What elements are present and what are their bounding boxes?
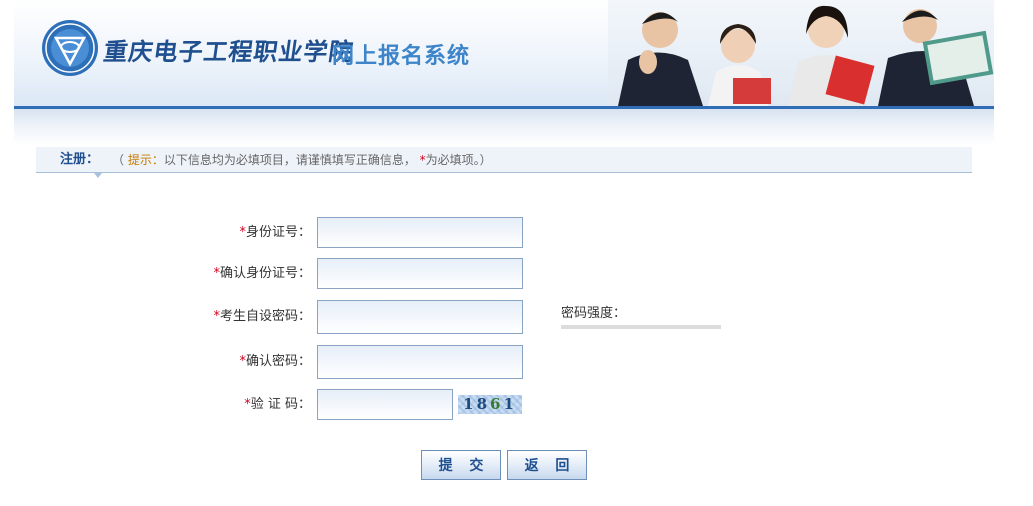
registration-notice: 注册： （ 提示：以下信息均为必填项目，请谨慎填写正确信息， *为必填项。） <box>36 147 972 178</box>
registration-page: 重庆电子工程职业学院 网上报名系统 注册： （ 提示：以下信息均为必填项目，请谨… <box>0 0 1033 506</box>
confirm-id-number-input[interactable] <box>317 258 523 289</box>
confirm-password-input[interactable] <box>317 345 523 379</box>
notice-title: 注册： <box>60 152 100 167</box>
school-name: 重庆电子工程职业学院 <box>101 37 356 66</box>
password-strength-bar <box>561 325 721 329</box>
notice-text: （ 提示：以下信息均为必填项目，请谨慎填写正确信息， *为必填项。） <box>112 147 492 173</box>
notice-star-text: 为必填项。） <box>425 153 492 167</box>
notice-open-paren: （ <box>112 153 128 167</box>
captcha-image[interactable]: 1861 <box>458 395 522 414</box>
password-label: *考生自设密码： <box>213 309 311 324</box>
captcha-input[interactable] <box>317 389 453 420</box>
id-number-label: *身份证号： <box>239 225 311 240</box>
banner-shadow <box>14 109 994 145</box>
id-number-row: *身份证号： <box>0 217 1033 251</box>
confirm-id-number-label: *确认身份证号： <box>213 266 311 281</box>
password-input[interactable] <box>317 300 523 334</box>
students-photo <box>608 0 994 106</box>
notice-hint-label: 提示： <box>127 153 164 167</box>
school-logo-icon <box>42 20 98 76</box>
notice-arrow-icon <box>94 173 102 178</box>
confirm-id-number-row: *确认身份证号： <box>0 258 1033 292</box>
password-strength-label: 密码强度： <box>561 306 627 321</box>
confirm-password-row: *确认密码： <box>0 345 1033 379</box>
system-title: 网上报名系统 <box>332 44 471 69</box>
id-number-input[interactable] <box>317 217 523 248</box>
header-banner: 重庆电子工程职业学院 网上报名系统 <box>14 0 994 108</box>
confirm-password-label: *确认密码： <box>239 354 311 369</box>
captcha-label: *验 证 码： <box>244 397 311 412</box>
notice-hint-text: 以下信息均为必填项目，请谨慎填写正确信息， <box>163 153 420 167</box>
password-row: *考生自设密码： <box>0 300 1033 334</box>
back-button[interactable]: 返 回 <box>507 450 587 480</box>
submit-button[interactable]: 提 交 <box>421 450 501 480</box>
